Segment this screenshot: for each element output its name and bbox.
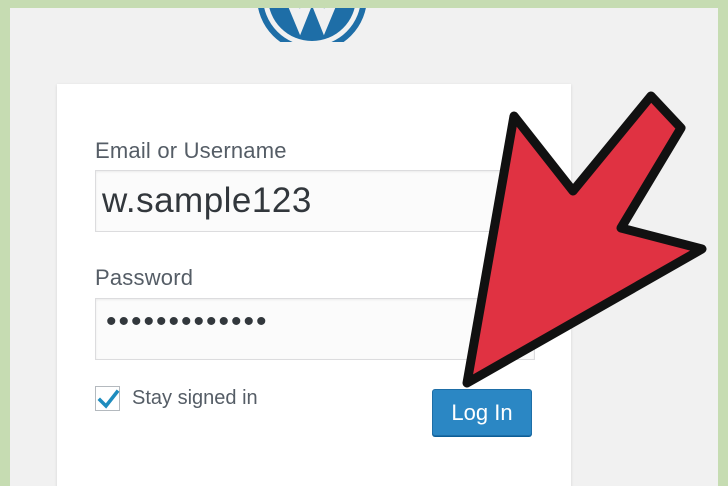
pointing-arrow	[462, 91, 707, 388]
login-screen: Email or Username w.sample123 Password •…	[10, 8, 718, 486]
